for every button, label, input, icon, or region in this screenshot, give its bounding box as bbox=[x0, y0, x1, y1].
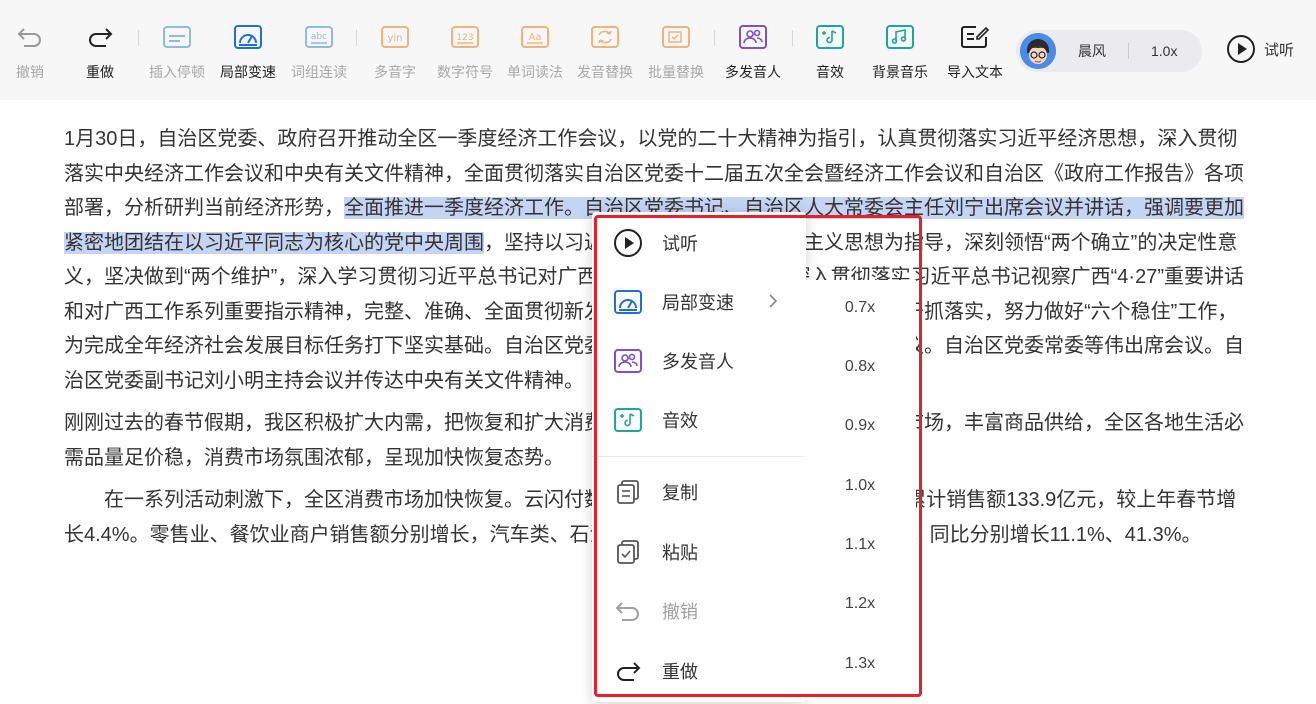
menu-item-label: 复制 bbox=[662, 483, 698, 503]
play-icon bbox=[1227, 35, 1255, 63]
paste-icon bbox=[612, 536, 644, 568]
redo-label: 重做 bbox=[86, 64, 114, 80]
users-icon bbox=[612, 345, 644, 377]
menu-item-preview[interactable]: 试听 bbox=[592, 220, 806, 266]
batch-replace-label: 批量替换 bbox=[648, 64, 704, 80]
menu-divider bbox=[592, 456, 806, 457]
play-icon bbox=[612, 227, 644, 259]
abc-icon: abc bbox=[304, 22, 334, 52]
speed-option[interactable]: 1.1x bbox=[804, 525, 916, 565]
insert-pause-label: 插入停顿 bbox=[149, 64, 205, 80]
digit-symbol-button[interactable]: 123 数字符号 bbox=[428, 22, 502, 92]
batch-replace-button[interactable]: 批量替换 bbox=[639, 22, 713, 92]
menu-item-sound-effect[interactable]: 音效 bbox=[592, 397, 806, 443]
local-speed-button[interactable]: 局部变速 bbox=[211, 22, 285, 92]
redo-button[interactable]: 重做 bbox=[63, 22, 137, 92]
local-speed-label: 局部变速 bbox=[220, 64, 276, 80]
toolbar: 撤销 重做 插入停顿 局部变速 abc 词组连读 yin 多音字 123 数字符… bbox=[0, 0, 1316, 100]
import-text-icon bbox=[960, 22, 990, 52]
speed-option[interactable]: 0.9x bbox=[804, 406, 916, 446]
digit-symbol-label: 数字符号 bbox=[437, 64, 493, 80]
toolbar-separator bbox=[356, 30, 357, 46]
number-icon: 123 bbox=[450, 22, 480, 52]
sound-effect-button[interactable]: 音效 bbox=[793, 22, 867, 92]
undo-button[interactable]: 撤销 bbox=[0, 22, 67, 92]
voice-divider bbox=[1128, 43, 1129, 59]
redo-icon bbox=[612, 655, 644, 687]
chevron-right-icon bbox=[769, 294, 778, 308]
menu-item-label: 撤销 bbox=[662, 602, 698, 622]
sound-effect-icon bbox=[612, 404, 644, 436]
yin-icon-text: yin bbox=[387, 33, 402, 44]
word-read-label: 单词读法 bbox=[507, 64, 563, 80]
word-join-label: 词组连读 bbox=[291, 64, 347, 80]
speaker-avatar-icon bbox=[1020, 33, 1056, 69]
preview-button[interactable]: 试听 bbox=[1226, 34, 1294, 64]
toolbar-separator bbox=[138, 30, 139, 46]
number-icon-text: 123 bbox=[456, 33, 473, 43]
speedometer-icon bbox=[233, 22, 263, 52]
batch-replace-icon bbox=[661, 22, 691, 52]
menu-item-label: 重做 bbox=[662, 662, 698, 682]
speed-option[interactable]: 1.3x bbox=[804, 644, 916, 684]
import-text-button[interactable]: 导入文本 bbox=[938, 22, 1012, 92]
menu-item-label: 音效 bbox=[662, 411, 698, 431]
voice-speed: 1.0x bbox=[1151, 43, 1178, 59]
voice-name: 晨风 bbox=[1078, 43, 1106, 59]
yin-icon: yin bbox=[380, 22, 410, 52]
word-join-button[interactable]: abc 词组连读 bbox=[282, 22, 356, 92]
multi-speaker-label: 多发音人 bbox=[725, 64, 781, 80]
undo-label: 撤销 bbox=[16, 64, 44, 80]
menu-item-copy[interactable]: 复制 bbox=[592, 469, 806, 515]
speed-option[interactable]: 1.0x bbox=[804, 466, 916, 506]
menu-item-undo[interactable]: 撤销 bbox=[592, 588, 806, 634]
undo-icon bbox=[15, 22, 45, 52]
voice-selector[interactable]: 晨风 1.0x bbox=[1016, 30, 1202, 72]
redo-icon bbox=[85, 22, 115, 52]
menu-item-label: 局部变速 bbox=[662, 293, 734, 313]
preview-label: 试听 bbox=[1264, 41, 1295, 59]
context-menu: 试听 局部变速 多发音人 音效 复制 粘贴 撤销 重做 bbox=[592, 212, 806, 702]
polyphone-label: 多音字 bbox=[374, 64, 416, 80]
speedometer-icon bbox=[612, 286, 644, 318]
aa-icon: Aa bbox=[520, 22, 550, 52]
avatar bbox=[1020, 33, 1056, 69]
pron-replace-button[interactable]: 发音替换 bbox=[568, 22, 642, 92]
speed-option[interactable]: 0.7x bbox=[804, 288, 916, 328]
menu-item-redo[interactable]: 重做 bbox=[592, 648, 806, 694]
abc-icon-text: abc bbox=[311, 32, 327, 42]
polyphone-button[interactable]: yin 多音字 bbox=[358, 22, 432, 92]
word-read-button[interactable]: Aa 单词读法 bbox=[498, 22, 572, 92]
aa-icon-text: Aa bbox=[529, 32, 542, 43]
bgm-label: 背景音乐 bbox=[872, 64, 928, 80]
speed-option[interactable]: 1.2x bbox=[804, 584, 916, 624]
pron-replace-label: 发音替换 bbox=[577, 64, 633, 80]
sound-effect-label: 音效 bbox=[816, 64, 844, 80]
sound-effect-icon bbox=[815, 22, 845, 52]
music-note-icon bbox=[885, 22, 915, 52]
multi-speaker-button[interactable]: 多发音人 bbox=[716, 22, 790, 92]
speed-submenu: 0.7x 0.8x 0.9x 1.0x 1.1x 1.2x 1.3x bbox=[804, 280, 916, 700]
toolbar-separator bbox=[714, 30, 715, 46]
menu-item-paste[interactable]: 粘贴 bbox=[592, 529, 806, 575]
insert-pause-button[interactable]: 插入停顿 bbox=[140, 22, 214, 92]
swap-icon bbox=[590, 22, 620, 52]
menu-item-multi-speaker[interactable]: 多发音人 bbox=[592, 338, 806, 384]
menu-item-local-speed[interactable]: 局部变速 bbox=[592, 279, 806, 325]
menu-item-label: 试听 bbox=[662, 234, 698, 254]
undo-icon bbox=[612, 595, 644, 627]
bgm-button[interactable]: 背景音乐 bbox=[863, 22, 937, 92]
menu-item-label: 粘贴 bbox=[662, 543, 698, 563]
import-text-label: 导入文本 bbox=[947, 64, 1003, 80]
speed-option[interactable]: 0.8x bbox=[804, 347, 916, 387]
menu-item-label: 多发音人 bbox=[662, 352, 734, 372]
users-icon bbox=[738, 22, 768, 52]
insert-pause-icon bbox=[162, 22, 192, 52]
copy-icon bbox=[612, 476, 644, 508]
